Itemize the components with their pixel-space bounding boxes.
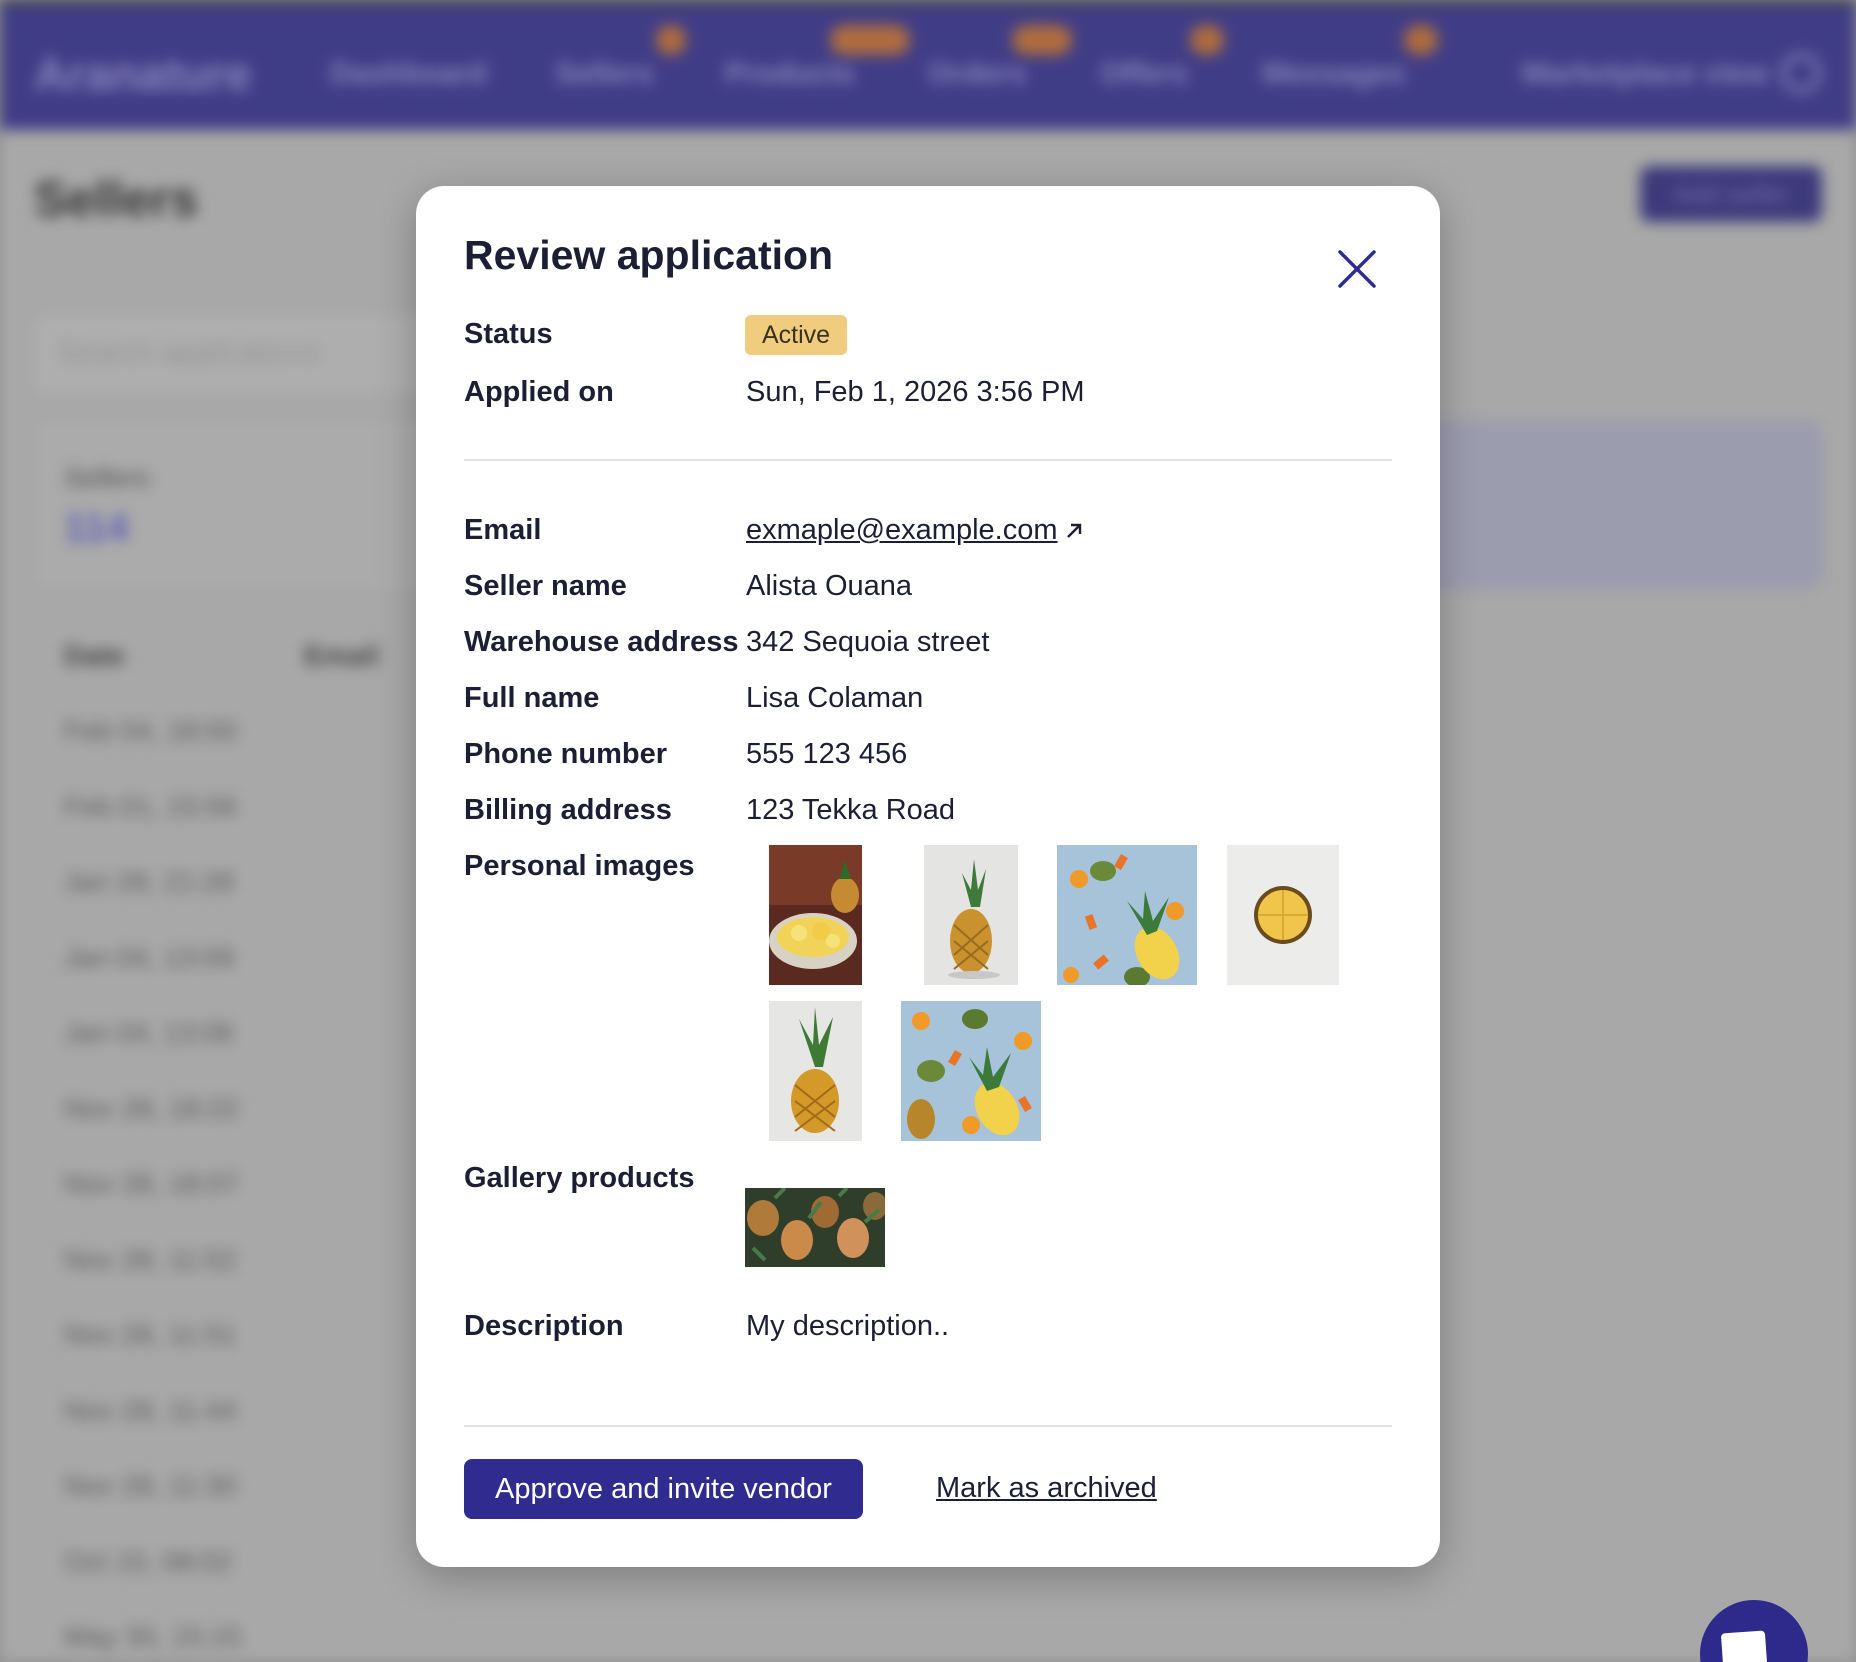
full-name-label: Full name [464, 682, 600, 714]
applied-on-value: Sun, Feb 1, 2026 3:56 PM [746, 376, 1085, 408]
personal-images-label: Personal images [464, 850, 695, 882]
billing-address-value: 123 Tekka Road [746, 794, 956, 826]
divider [464, 459, 1392, 461]
billing-address-label: Billing address [464, 794, 672, 826]
modal-title: Review application [464, 232, 834, 278]
warehouse-address-label: Warehouse address [464, 626, 739, 658]
chat-icon [1720, 1630, 1768, 1662]
approve-and-invite-button[interactable]: Approve and invite vendor [464, 1459, 863, 1519]
personal-image-thumbnail[interactable] [1057, 845, 1197, 985]
phone-number-value: 555 123 456 [746, 738, 908, 770]
mark-as-archived-link[interactable]: Mark as archived [936, 1472, 1157, 1505]
status-badge: Active [745, 315, 848, 355]
seller-name-label: Seller name [464, 570, 627, 602]
personal-image-thumbnail[interactable] [924, 845, 1018, 985]
seller-name-value: Alista Ouana [746, 570, 913, 602]
email-label: Email [464, 514, 542, 546]
personal-image-thumbnail[interactable] [769, 1001, 862, 1141]
email-value: exmaple@example.com [746, 514, 1084, 547]
personal-image-thumbnail[interactable] [901, 1001, 1041, 1141]
warehouse-address-value: 342 Sequoia street [746, 626, 990, 658]
personal-image-thumbnail[interactable] [769, 845, 862, 985]
description-value: My description.. [746, 1310, 950, 1342]
status-label: Status [464, 318, 553, 350]
external-link-icon[interactable] [1064, 521, 1084, 541]
full-name-value: Lisa Colaman [746, 682, 924, 714]
email-link[interactable]: exmaple@example.com [746, 514, 1058, 546]
gallery-products-label: Gallery products [464, 1162, 695, 1194]
close-icon[interactable] [1332, 244, 1382, 294]
phone-number-label: Phone number [464, 738, 668, 770]
personal-image-thumbnail[interactable] [1227, 845, 1339, 985]
gallery-product-thumbnail[interactable] [745, 1188, 885, 1267]
applied-on-label: Applied on [464, 376, 614, 408]
divider [464, 1425, 1392, 1427]
description-label: Description [464, 1310, 624, 1342]
review-application-modal: Review application Status Active Applied… [416, 186, 1440, 1567]
